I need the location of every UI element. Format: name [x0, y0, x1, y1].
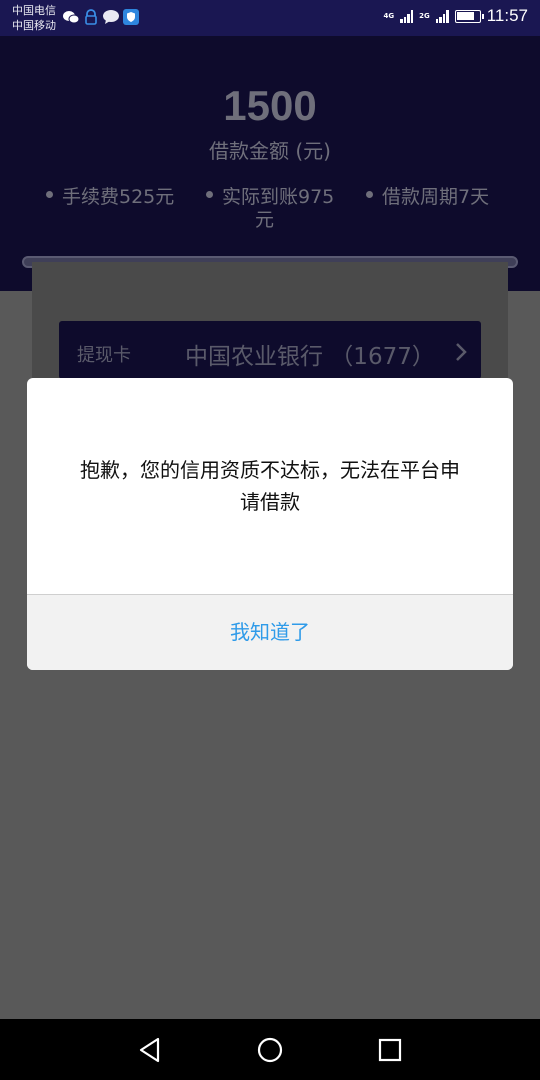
period-text: 借款周期7天: [382, 186, 490, 208]
network-type-2: 2G: [419, 12, 430, 20]
loan-amount: 1500: [223, 82, 317, 129]
notification-icons: [63, 9, 139, 25]
shield-icon: [123, 9, 139, 25]
bullet-dot: [366, 191, 373, 198]
received-text: 实际到账975: [222, 186, 335, 208]
bank-name: 中国农业银行 （1677）: [185, 344, 435, 370]
dialog-footer: 我知道了: [27, 594, 513, 670]
recent-apps-icon[interactable]: [375, 1035, 405, 1065]
bullet-dot: [46, 191, 53, 198]
confirm-button[interactable]: 我知道了: [27, 595, 513, 670]
system-indicators: 4G 2G 11:57: [383, 6, 528, 26]
navigation-bar: [0, 1019, 540, 1080]
bullet-dot: [206, 191, 213, 198]
carrier-2: 中国移动: [12, 19, 56, 32]
clock: 11:57: [486, 6, 528, 25]
chevron-right-icon: [453, 341, 469, 363]
withdraw-card-label: 提现卡: [77, 345, 131, 366]
network-type-1: 4G: [383, 12, 395, 20]
signal-icon: [400, 9, 414, 23]
battery-icon: [454, 9, 484, 23]
signal-icon: [435, 9, 449, 23]
back-icon[interactable]: [136, 1035, 166, 1065]
fee-info: 手续费525元: [46, 186, 174, 209]
status-bar: 中国电信 中国移动 4G 2G 11:57: [0, 0, 540, 36]
received-unit: 元: [255, 209, 275, 231]
wechat-icon: [63, 9, 79, 25]
received-info: 实际到账975 元: [206, 186, 352, 232]
fee-text: 手续费525元: [62, 186, 175, 208]
withdraw-card-row[interactable]: 提现卡 中国农业银行 （1677）: [59, 321, 481, 379]
lock-icon: [83, 9, 99, 25]
home-icon[interactable]: [255, 1035, 285, 1065]
alert-dialog: 抱歉，您的信用资质不达标，无法在平台申请借款 我知道了: [27, 378, 513, 670]
dialog-message: 抱歉，您的信用资质不达标，无法在平台申请借款: [80, 458, 460, 514]
carrier-1: 中国电信: [12, 4, 56, 17]
chat-bubble-icon: [103, 9, 119, 25]
loan-amount-label: 借款金额 (元): [209, 139, 331, 163]
carrier-names: 中国电信 中国移动: [12, 3, 56, 33]
period-info: 借款周期7天: [366, 186, 489, 209]
